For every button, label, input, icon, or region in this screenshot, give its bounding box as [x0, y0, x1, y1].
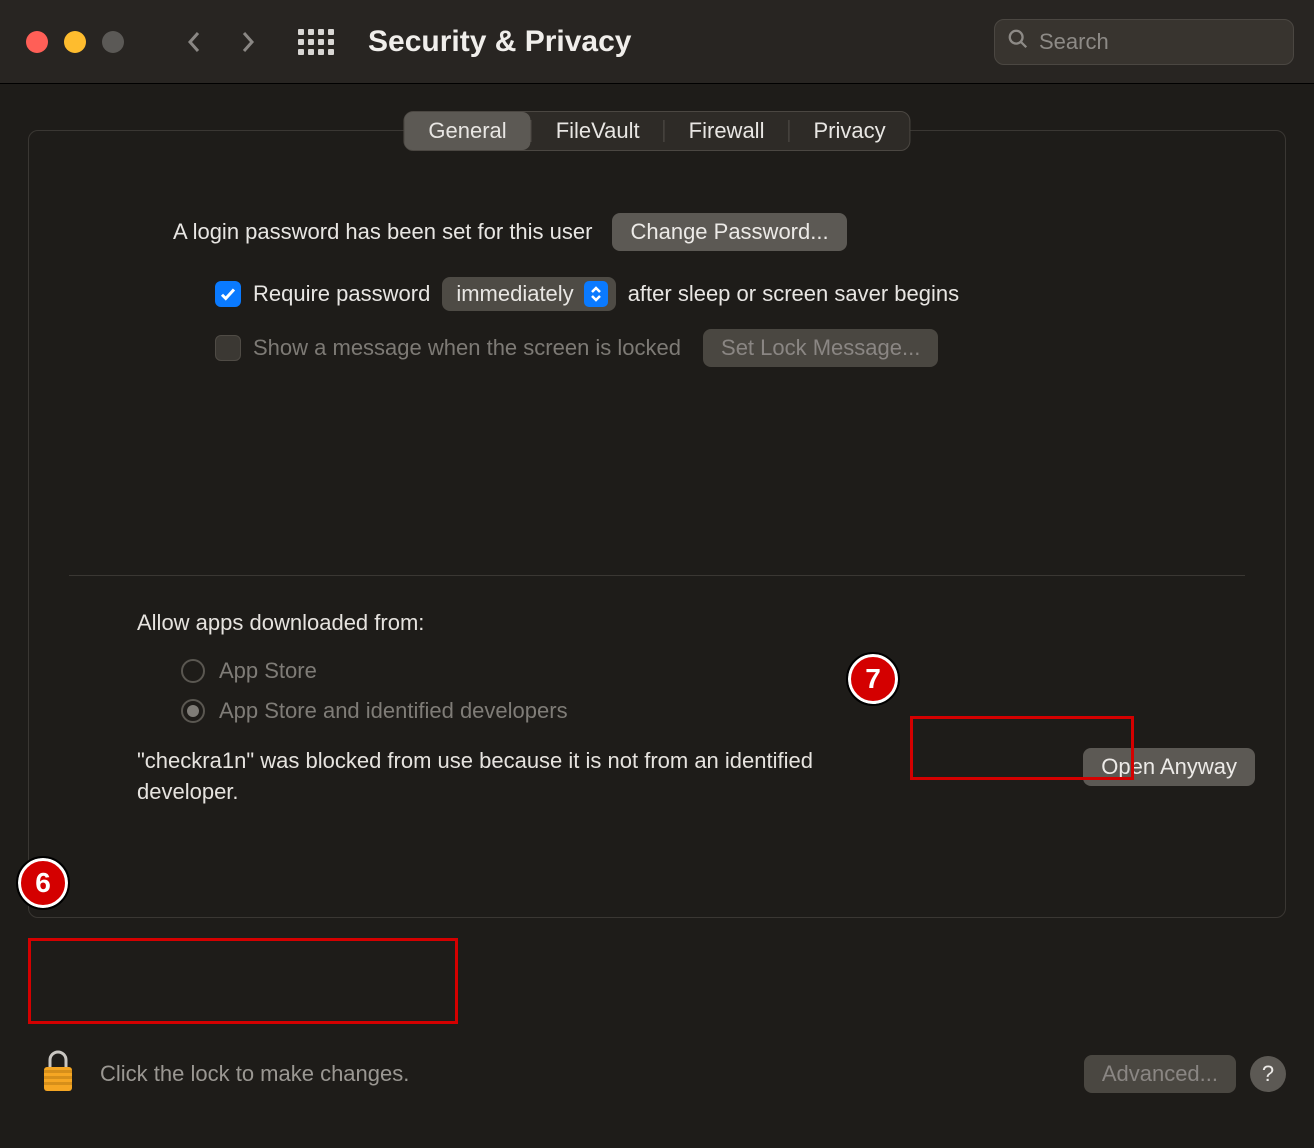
forward-button[interactable] [238, 32, 258, 52]
titlebar: Security & Privacy [0, 0, 1314, 84]
allow-app-store-radio[interactable] [181, 659, 205, 683]
show-message-row: Show a message when the screen is locked… [137, 329, 1215, 367]
change-password-button[interactable]: Change Password... [612, 213, 846, 251]
set-lock-message-button: Set Lock Message... [703, 329, 938, 367]
allow-identified-label: App Store and identified developers [219, 698, 568, 724]
allow-apps-heading: Allow apps downloaded from: [137, 610, 1285, 636]
lock-hint-text: Click the lock to make changes. [100, 1061, 409, 1087]
allow-identified-row: App Store and identified developers [137, 698, 1285, 724]
back-button[interactable] [184, 32, 204, 52]
tab-firewall[interactable]: Firewall [665, 112, 789, 150]
login-password-row: A login password has been set for this u… [137, 213, 1215, 251]
advanced-button[interactable]: Advanced... [1084, 1055, 1236, 1093]
annotation-box-lock [28, 938, 458, 1024]
nav-arrows [184, 32, 258, 52]
show-message-checkbox[interactable] [215, 335, 241, 361]
select-arrows-icon [584, 281, 608, 307]
open-anyway-button[interactable]: Open Anyway [1083, 748, 1255, 786]
require-password-checkbox[interactable] [215, 281, 241, 307]
require-password-label: Require password [253, 281, 430, 307]
show-all-icon[interactable] [298, 29, 334, 55]
require-password-row: Require password immediately after sleep… [137, 277, 1215, 311]
allow-app-store-label: App Store [219, 658, 317, 684]
show-message-label: Show a message when the screen is locked [253, 335, 681, 361]
tab-privacy[interactable]: Privacy [789, 112, 909, 150]
zoom-window-button[interactable] [102, 31, 124, 53]
lock-icon [38, 1047, 78, 1100]
tab-general[interactable]: General [404, 112, 530, 150]
search-input[interactable] [1039, 29, 1281, 55]
require-password-delay-value: immediately [456, 281, 573, 307]
minimize-window-button[interactable] [64, 31, 86, 53]
footer-bar: Click the lock to make changes. Advanced… [28, 1041, 1286, 1106]
blocked-app-row: "checkra1n" was blocked from use because… [137, 746, 1285, 808]
tab-filevault[interactable]: FileVault [532, 112, 664, 150]
require-password-delay-select[interactable]: immediately [442, 277, 615, 311]
search-field[interactable] [994, 19, 1294, 65]
general-content: A login password has been set for this u… [29, 177, 1285, 367]
help-button[interactable]: ? [1250, 1056, 1286, 1092]
search-icon [1007, 28, 1029, 55]
tab-bar: General FileVault Firewall Privacy [403, 111, 910, 151]
allow-app-store-row: App Store [137, 658, 1285, 684]
close-window-button[interactable] [26, 31, 48, 53]
blocked-app-message: "checkra1n" was blocked from use because… [137, 746, 817, 808]
allow-identified-radio[interactable] [181, 699, 205, 723]
preferences-panel: General FileVault Firewall Privacy A log… [28, 130, 1286, 918]
lock-area[interactable]: Click the lock to make changes. [28, 1041, 419, 1106]
allow-apps-section: Allow apps downloaded from: App Store Ap… [29, 576, 1285, 808]
login-password-label: A login password has been set for this u… [173, 219, 592, 245]
after-sleep-label: after sleep or screen saver begins [628, 281, 959, 307]
window-title: Security & Privacy [368, 25, 631, 59]
window-controls [26, 31, 124, 53]
